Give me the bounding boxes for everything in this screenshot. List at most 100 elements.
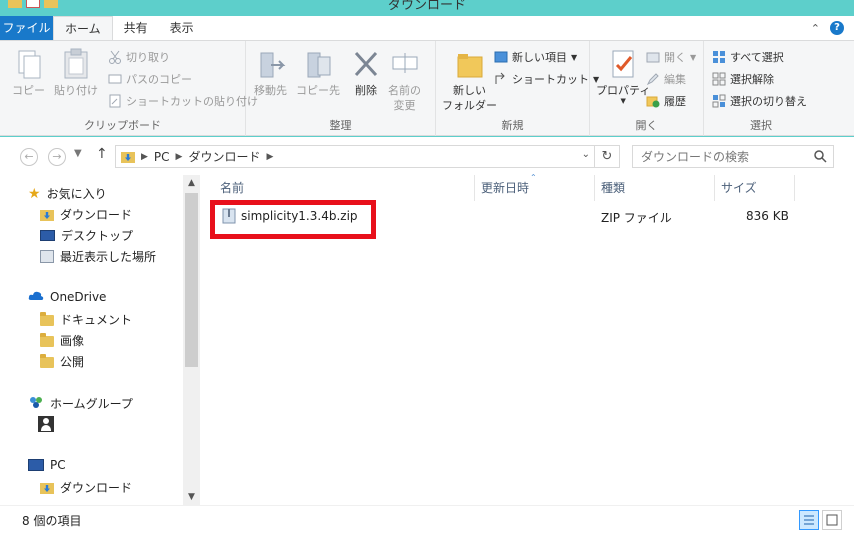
folder-icon xyxy=(40,354,54,368)
select-group: すべて選択 選択解除 選択の切り替え 選択 xyxy=(704,41,818,136)
ribbon: コピー 貼り付け 切り取り パスのコピー ショートカットの貼り付け クリップボー… xyxy=(0,40,854,136)
invert-selection-button[interactable]: 選択の切り替え xyxy=(712,92,807,110)
downloads-folder-icon xyxy=(121,152,135,163)
file-size: 836 KB xyxy=(746,209,789,223)
chevron-right-icon[interactable]: ▶ xyxy=(141,152,148,162)
select-none-button[interactable]: 選択解除 xyxy=(712,70,774,88)
column-name[interactable]: 名前 xyxy=(220,179,244,196)
chevron-right-icon[interactable]: ▶ xyxy=(176,152,183,162)
group-label: 開く xyxy=(635,119,658,132)
group-label: クリップボード xyxy=(84,119,161,132)
group-label: 新規 xyxy=(501,119,524,132)
folder-icon xyxy=(40,333,54,347)
help-icon[interactable]: ? xyxy=(830,21,844,35)
chevron-up-icon[interactable]: ⌃ xyxy=(811,22,820,35)
tab-home[interactable]: ホーム xyxy=(53,16,113,40)
search-box[interactable] xyxy=(632,145,834,168)
address-bar[interactable]: ▶ PC ▶ ダウンロード ▶ ⌄ xyxy=(115,145,595,168)
scroll-thumb[interactable] xyxy=(185,193,198,367)
homegroup-icon xyxy=(28,395,44,412)
navigation-pane: ★ お気に入り ダウンロード デスクトップ 最近表示した場所 OneDrive … xyxy=(0,175,200,505)
nav-homegroup[interactable]: ホームグループ xyxy=(28,395,133,412)
computer-icon xyxy=(28,459,44,471)
nav-homegroup-user[interactable] xyxy=(38,416,54,432)
tab-view[interactable]: 表示 xyxy=(159,16,205,40)
desktop-icon xyxy=(40,230,55,241)
column-modified[interactable]: 更新日時 xyxy=(481,179,529,196)
scroll-down-icon[interactable]: ▼ xyxy=(183,489,200,505)
refresh-button[interactable]: ↻ xyxy=(595,145,620,168)
open-icon xyxy=(646,50,660,64)
forward-button[interactable]: → xyxy=(48,148,66,166)
cloud-icon xyxy=(28,290,44,304)
copy-to-button[interactable]: コピー先 xyxy=(296,47,340,98)
rename-button[interactable]: 名前の 変更 xyxy=(388,47,421,113)
nav-scrollbar[interactable]: ▲ ▼ xyxy=(183,175,200,505)
history-button[interactable]: 履歴 xyxy=(646,92,686,110)
properties-icon xyxy=(607,47,639,81)
nav-pc[interactable]: PC xyxy=(28,458,66,472)
open-group: プロパティ ▼ 開く ▼ 編集 履歴 開く xyxy=(590,41,704,136)
nav-favorites[interactable]: ★ お気に入り xyxy=(28,185,107,202)
sort-icon: ⌃ xyxy=(530,173,537,182)
new-folder-button[interactable]: 新しい フォルダー xyxy=(442,47,497,113)
large-icons-view-icon[interactable] xyxy=(822,510,842,530)
group-label: 選択 xyxy=(750,119,772,132)
nav-pc-downloads[interactable]: ダウンロード xyxy=(40,479,132,496)
select-all-button[interactable]: すべて選択 xyxy=(712,48,784,66)
downloads-folder-icon xyxy=(40,483,54,494)
nav-public[interactable]: 公開 xyxy=(40,353,84,370)
cut-button[interactable]: 切り取り xyxy=(108,48,170,66)
group-label: 整理 xyxy=(329,119,352,132)
edit-button[interactable]: 編集 xyxy=(646,70,686,88)
nav-desktop[interactable]: デスクトップ xyxy=(40,227,133,244)
edit-icon xyxy=(646,72,660,86)
nav-pictures[interactable]: 画像 xyxy=(40,332,84,349)
scissors-icon xyxy=(108,50,122,64)
tab-file[interactable]: ファイル xyxy=(0,16,53,40)
column-size[interactable]: サイズ xyxy=(721,179,757,196)
organize-group: 移動先 コピー先 削除 名前の 変更 整理 xyxy=(246,41,436,136)
folder-icon xyxy=(40,312,54,326)
star-icon: ★ xyxy=(28,185,41,202)
ribbon-tabs: ファイル ホーム 共有 表示 ⌃ ? xyxy=(0,16,854,40)
move-to-button[interactable]: 移動先 xyxy=(254,47,287,98)
delete-button[interactable]: 削除 xyxy=(350,47,382,98)
recent-places-icon xyxy=(40,250,54,263)
paste-button[interactable]: 貼り付け xyxy=(54,47,98,98)
title-bar: ダウンロード xyxy=(0,0,854,16)
copy-path-button[interactable]: パスのコピー xyxy=(108,70,192,88)
chevron-down-icon: ▼ xyxy=(690,52,697,62)
column-type[interactable]: 種類 xyxy=(601,179,625,196)
chevron-down-icon: ▼ xyxy=(620,97,626,105)
breadcrumb-pc[interactable]: PC xyxy=(154,150,170,164)
user-icon xyxy=(38,416,54,432)
new-item-icon xyxy=(494,50,508,64)
nav-favorites-downloads[interactable]: ダウンロード xyxy=(40,206,132,223)
scroll-up-icon[interactable]: ▲ xyxy=(183,175,200,191)
chevron-right-icon[interactable]: ▶ xyxy=(266,152,273,162)
tab-share[interactable]: 共有 xyxy=(113,16,159,40)
chevron-down-icon: ▼ xyxy=(571,52,578,62)
folder-icon xyxy=(454,47,486,81)
search-input[interactable] xyxy=(633,146,803,167)
breadcrumb-downloads[interactable]: ダウンロード xyxy=(188,148,260,165)
nav-onedrive[interactable]: OneDrive xyxy=(28,290,106,304)
properties-button[interactable]: プロパティ ▼ xyxy=(596,47,650,105)
open-button[interactable]: 開く ▼ xyxy=(646,48,696,66)
address-row: ← → ▼ ↑ ▶ PC ▶ ダウンロード ▶ ⌄ ↻ xyxy=(0,137,854,175)
copy-to-icon xyxy=(302,47,334,81)
chevron-down-icon[interactable]: ⌄ xyxy=(582,149,590,160)
copy-button[interactable]: コピー xyxy=(12,47,45,98)
back-button[interactable]: ← xyxy=(20,148,38,166)
recent-locations-button[interactable]: ▼ xyxy=(74,148,82,159)
easy-access-button[interactable]: ショートカット ▼ xyxy=(494,70,599,88)
status-bar: 8 個の項目 xyxy=(0,505,854,538)
paste-shortcut-button[interactable]: ショートカットの貼り付け xyxy=(108,92,258,110)
nav-documents[interactable]: ドキュメント xyxy=(40,311,132,328)
new-item-button[interactable]: 新しい項目 ▼ xyxy=(494,48,577,66)
details-view-icon[interactable] xyxy=(799,510,819,530)
up-button[interactable]: ↑ xyxy=(96,146,108,162)
search-icon[interactable] xyxy=(813,149,827,166)
nav-recent-places[interactable]: 最近表示した場所 xyxy=(40,248,156,265)
